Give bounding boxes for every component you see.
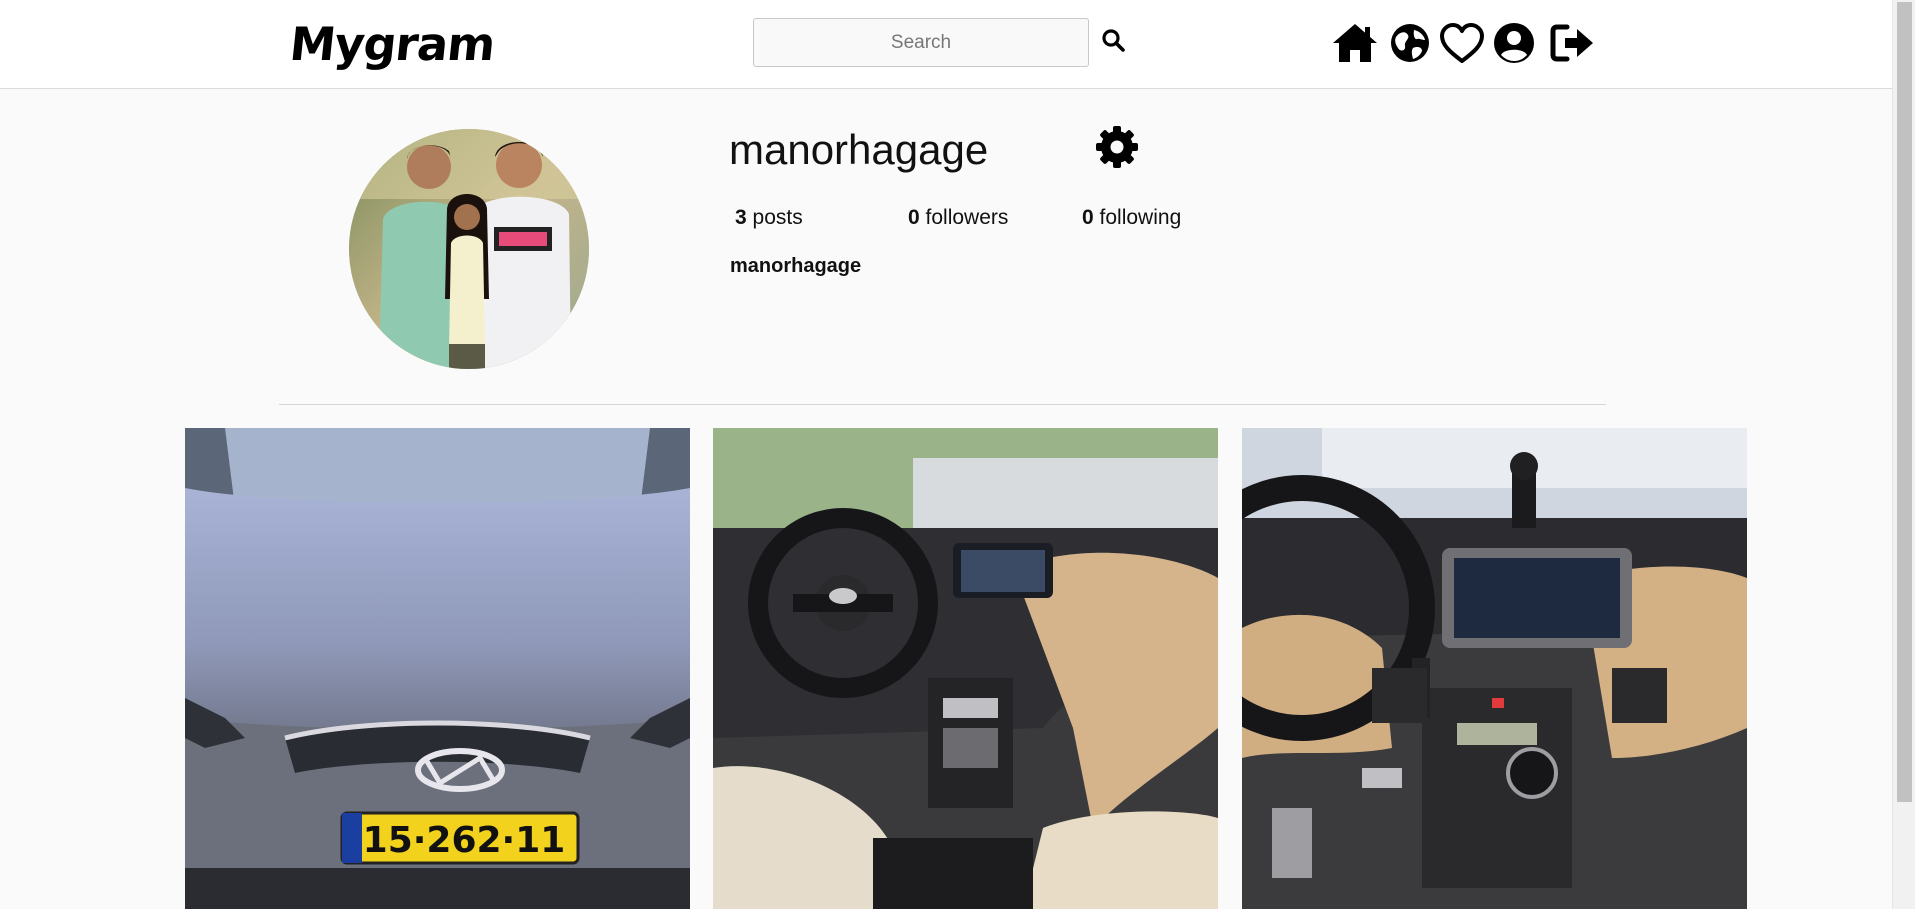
- following-stat[interactable]: 0 following: [1082, 206, 1181, 230]
- following-count: 0: [1082, 206, 1094, 229]
- profile-avatar[interactable]: [349, 129, 589, 369]
- globe-icon[interactable]: [1386, 21, 1434, 65]
- page-scrollbar[interactable]: [1892, 0, 1915, 909]
- search-icon[interactable]: [1100, 27, 1128, 55]
- logout-icon[interactable]: [1549, 21, 1597, 65]
- settings-gear-icon[interactable]: [1094, 124, 1140, 170]
- posts-label: posts: [752, 206, 803, 229]
- posts-stat[interactable]: 3 posts: [735, 206, 803, 230]
- user-icon[interactable]: [1490, 21, 1538, 65]
- scrollbar-thumb[interactable]: [1897, 2, 1912, 802]
- license-plate-text: 15·262·11: [363, 820, 566, 861]
- followers-label: followers: [925, 206, 1009, 229]
- posts-count: 3: [735, 206, 747, 229]
- profile-divider: [279, 404, 1606, 405]
- search-input[interactable]: [753, 18, 1089, 67]
- followers-count: 0: [908, 206, 920, 229]
- heart-icon[interactable]: [1438, 21, 1486, 65]
- app-logo[interactable]: Mygram: [287, 14, 498, 74]
- top-navbar: Mygram: [0, 0, 1892, 89]
- post-thumbnail[interactable]: [1242, 428, 1747, 909]
- post-thumbnail[interactable]: [713, 428, 1218, 909]
- home-icon[interactable]: [1331, 21, 1379, 65]
- followers-stat[interactable]: 0 followers: [908, 206, 1008, 230]
- post-thumbnail[interactable]: 15·262·11: [185, 428, 690, 909]
- profile-full-name: manorhagage: [730, 255, 862, 277]
- profile-username: manorhagage: [729, 126, 989, 173]
- following-label: following: [1099, 206, 1182, 229]
